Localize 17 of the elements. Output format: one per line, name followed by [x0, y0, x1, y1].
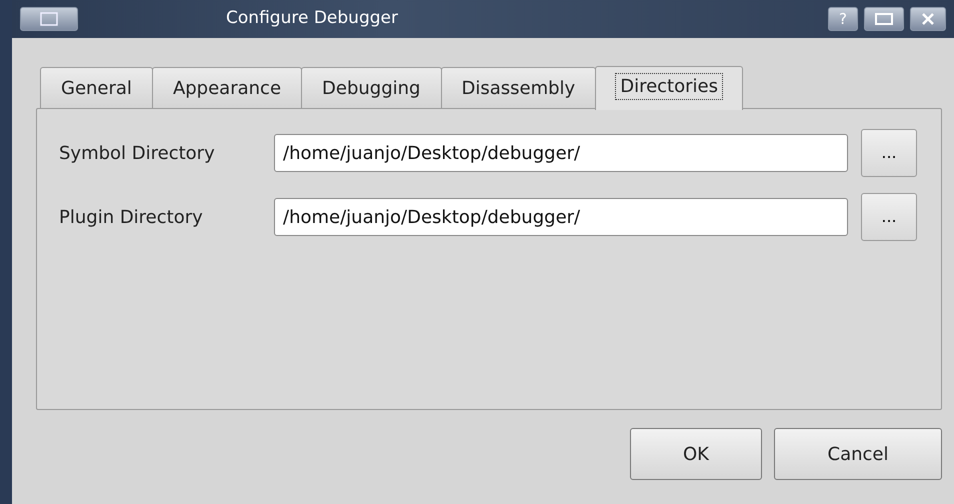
close-icon	[921, 12, 935, 26]
maximize-button[interactable]	[864, 7, 904, 31]
directory-field[interactable]: /home/juanjo/Desktop/debugger/	[274, 198, 848, 236]
field-label: Plugin Directory	[59, 206, 204, 230]
browse-button[interactable]: ...	[861, 129, 917, 177]
directory-field[interactable]: /home/juanjo/Desktop/debugger/	[274, 134, 848, 172]
ok-button[interactable]: OK	[630, 428, 762, 480]
cancel-button[interactable]: Cancel	[774, 428, 942, 480]
window-title: Configure Debugger	[225, 7, 399, 30]
field-label: Symbol Directory	[59, 142, 216, 166]
tab[interactable]: Directories	[595, 66, 743, 110]
close-button[interactable]	[910, 7, 946, 31]
maximize-icon	[875, 13, 893, 25]
window-menu-button[interactable]	[20, 7, 78, 31]
window-icon	[40, 12, 58, 26]
tab[interactable]: General	[40, 67, 153, 108]
browse-button[interactable]: ...	[861, 193, 917, 241]
